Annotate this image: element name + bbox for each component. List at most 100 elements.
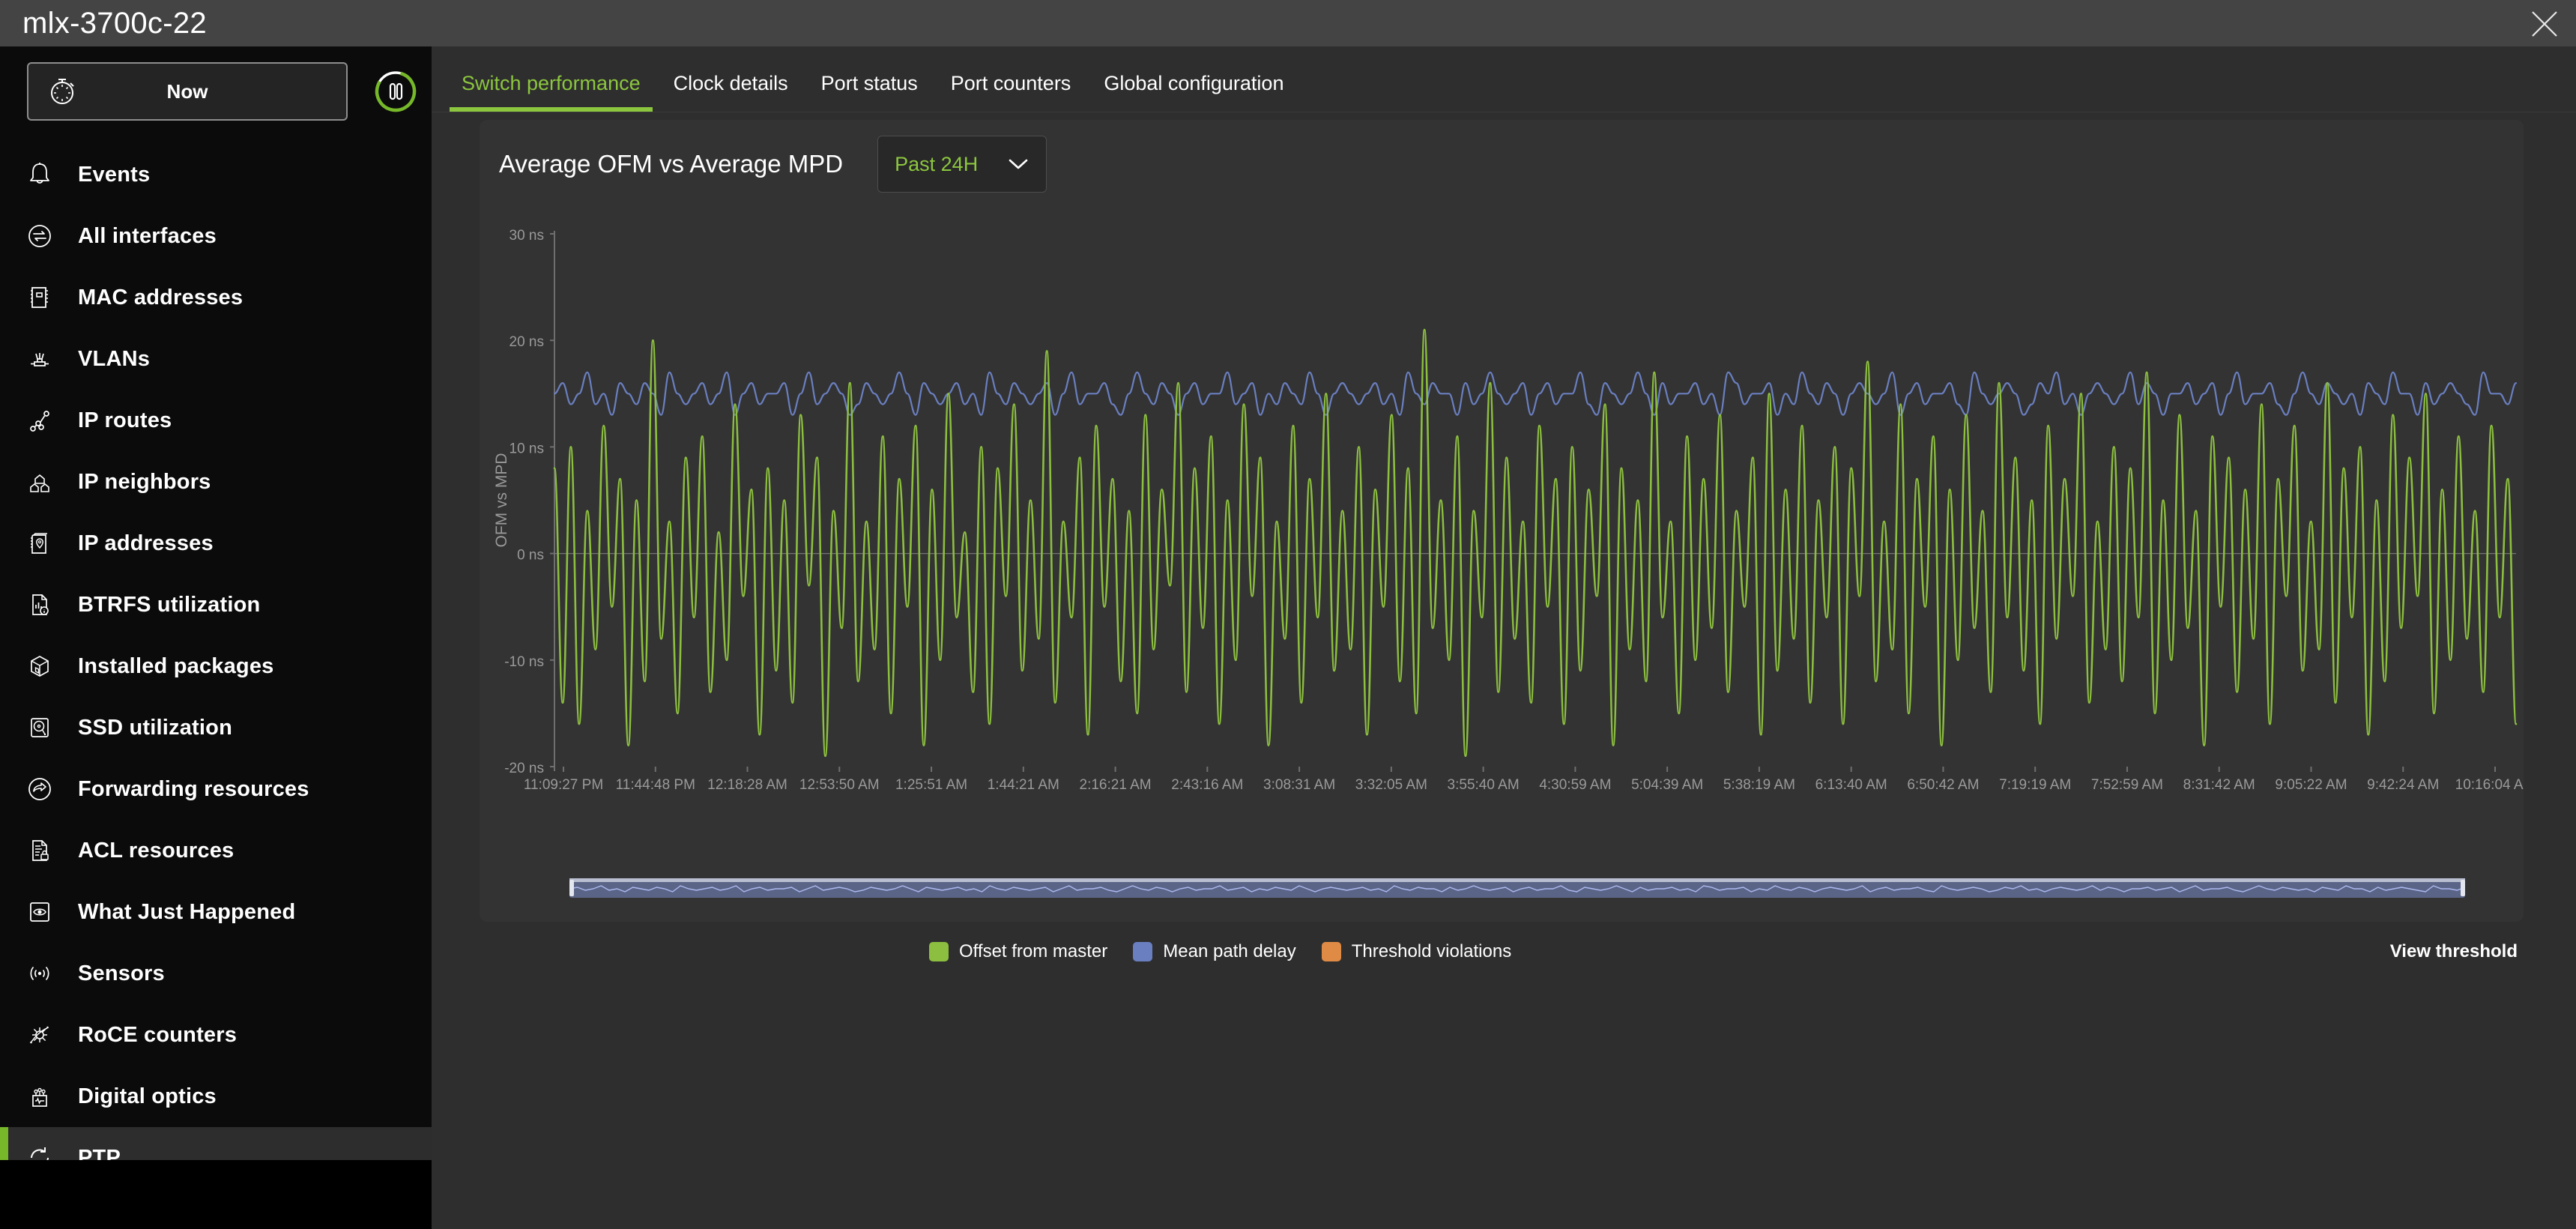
sidebar-item-events[interactable]: Events xyxy=(0,144,432,205)
sidebar-item-label: VLANs xyxy=(78,346,151,371)
svg-text:1:44:21 AM: 1:44:21 AM xyxy=(988,777,1059,793)
sidebar-item-label: Forwarding resources xyxy=(78,776,309,801)
svg-text:7:52:59 AM: 7:52:59 AM xyxy=(2091,777,2163,793)
ptp-switch-performance-window: mlx-3700c-22 Now Events All interfaces M… xyxy=(0,0,2576,1229)
svg-text:4:30:59 AM: 4:30:59 AM xyxy=(1539,777,1611,793)
svg-text:6:13:40 AM: 6:13:40 AM xyxy=(1815,777,1887,793)
sidebar-item-vlans[interactable]: VLANs xyxy=(0,328,432,390)
disk-icon xyxy=(16,708,63,747)
tab-global-configuration[interactable]: Global configuration xyxy=(1087,72,1300,112)
range-brush[interactable] xyxy=(569,878,2465,898)
chart-svg: 30 ns 20 ns 10 ns 0 ns -10 ns -20 ns OFM vs MP… xyxy=(493,228,2524,793)
ip-address-book-icon xyxy=(16,524,63,563)
roce-icon xyxy=(16,1015,63,1054)
sidebar-item-all-interfaces[interactable]: All interfaces xyxy=(0,205,432,267)
svg-text:-20 ns: -20 ns xyxy=(504,761,544,776)
sidebar-item-label: Sensors xyxy=(78,961,165,985)
tab-port-counters[interactable]: Port counters xyxy=(934,72,1088,112)
svg-text:12:18:28 AM: 12:18:28 AM xyxy=(707,777,787,793)
package-box-icon xyxy=(16,647,63,686)
signal-waves-icon xyxy=(16,954,63,993)
sidebar-item-label: SSD utilization xyxy=(78,715,232,740)
legend-swatch xyxy=(929,942,949,961)
svg-text:3:55:40 AM: 3:55:40 AM xyxy=(1448,777,1520,793)
svg-text:2:16:21 AM: 2:16:21 AM xyxy=(1080,777,1152,793)
view-threshold-link[interactable]: View threshold xyxy=(2390,941,2518,962)
main-content: Switch performance Clock details Port st… xyxy=(432,46,2576,1229)
sidebar-item-ptp[interactable]: PTP xyxy=(0,1127,432,1160)
bell-icon xyxy=(16,155,63,194)
sidebar-nav: Events All interfaces MAC addresses VLAN… xyxy=(0,144,432,1160)
svg-text:5:38:19 AM: 5:38:19 AM xyxy=(1723,777,1795,793)
window-titlebar: mlx-3700c-22 xyxy=(0,0,2576,46)
document-lock-icon xyxy=(16,831,63,870)
sidebar-item-label: ACL resources xyxy=(78,838,235,863)
sidebar-item-label: MAC addresses xyxy=(78,285,244,309)
svg-text:1:25:51 AM: 1:25:51 AM xyxy=(895,777,967,793)
sidebar-time-row: Now xyxy=(0,46,432,136)
svg-text:7:19:19 AM: 7:19:19 AM xyxy=(1999,777,2071,793)
tab-port-status[interactable]: Port status xyxy=(805,72,934,112)
svg-text:3:32:05 AM: 3:32:05 AM xyxy=(1355,777,1427,793)
sidebar-item-ip-addresses[interactable]: IP addresses xyxy=(0,513,432,574)
svg-text:8:31:42 AM: 8:31:42 AM xyxy=(2183,777,2255,793)
time-range-dropdown[interactable]: Past 24H xyxy=(877,136,1047,193)
sidebar-item-roce-counters[interactable]: RoCE counters xyxy=(0,1004,432,1066)
tab-bar: Switch performance Clock details Port st… xyxy=(432,46,2576,112)
sidebar-item-label: Events xyxy=(78,162,151,187)
svg-text:2:43:16 AM: 2:43:16 AM xyxy=(1171,777,1243,793)
time-picker-label: Now xyxy=(166,79,208,103)
close-icon[interactable] xyxy=(2527,6,2563,42)
time-picker-button[interactable]: Now xyxy=(27,62,348,121)
chevron-down-icon xyxy=(1009,159,1028,169)
svg-text:0 ns: 0 ns xyxy=(517,548,544,564)
chart-title: Average OFM vs Average MPD xyxy=(499,150,844,178)
sidebar-item-ip-neighbors[interactable]: IP neighbors xyxy=(0,451,432,513)
ofm-mpd-chart-card: Average OFM vs Average MPD Past 24H 30 n… xyxy=(480,120,2524,922)
svg-text:11:44:48 PM: 11:44:48 PM xyxy=(616,777,695,793)
svg-text:-10 ns: -10 ns xyxy=(504,654,544,670)
series-offset-from-master xyxy=(553,328,2518,758)
legend-swatch xyxy=(1321,942,1341,961)
tab-switch-performance[interactable]: Switch performance xyxy=(445,72,657,112)
svg-text:9:05:22 AM: 9:05:22 AM xyxy=(2275,777,2347,793)
sidebar-item-what-just-happened[interactable]: What Just Happened xyxy=(0,881,432,943)
legend-label: Offset from master xyxy=(959,941,1108,961)
routes-icon xyxy=(16,401,63,440)
sidebar-item-digital-optics[interactable]: Digital optics xyxy=(0,1066,432,1127)
legend-item[interactable]: Offset from master xyxy=(929,941,1107,962)
sidebar-item-forwarding-resources[interactable]: Forwarding resources xyxy=(0,758,432,820)
sidebar-item-ip-routes[interactable]: IP routes xyxy=(0,390,432,451)
chart-legend: Offset from master Mean path delay Thresho… xyxy=(929,941,1537,962)
address-book-icon xyxy=(16,278,63,317)
sidebar-item-ssd-utilization[interactable]: SSD utilization xyxy=(0,697,432,758)
svg-text:10 ns: 10 ns xyxy=(510,441,544,456)
pause-button[interactable] xyxy=(372,67,420,115)
sidebar-item-label: RoCE counters xyxy=(78,1022,238,1047)
svg-text:20 ns: 20 ns xyxy=(510,334,544,350)
sidebar-item-btrfs-utilization[interactable]: BTRFS utilization xyxy=(0,574,432,635)
legend-item[interactable]: Mean path delay xyxy=(1133,941,1296,962)
pause-icon xyxy=(375,70,417,112)
svg-text:11:09:27 PM: 11:09:27 PM xyxy=(524,777,603,793)
sidebar-item-label: All interfaces xyxy=(78,223,217,248)
sidebar-item-label: IP addresses xyxy=(78,531,214,555)
digital-optics-icon xyxy=(16,1077,63,1116)
tab-clock-details[interactable]: Clock details xyxy=(657,72,805,112)
svg-text:9:42:24 AM: 9:42:24 AM xyxy=(2367,777,2439,793)
chart-legend-row: Offset from master Mean path delay Thresho… xyxy=(911,937,2576,967)
chart-plot-area[interactable]: 30 ns 20 ns 10 ns 0 ns -10 ns -20 ns OFM vs MP… xyxy=(480,208,2524,838)
close-glyph xyxy=(2532,11,2557,37)
legend-label: Threshold violations xyxy=(1351,941,1512,961)
legend-item[interactable]: Threshold violations xyxy=(1321,941,1512,962)
time-range-value: Past 24H xyxy=(895,152,979,175)
sidebar-item-label: IP routes xyxy=(78,408,172,432)
sidebar-item-sensors[interactable]: Sensors xyxy=(0,943,432,1004)
file-chart-info-icon xyxy=(16,585,63,624)
sidebar-item-acl-resources[interactable]: ACL resources xyxy=(0,820,432,881)
sidebar: Now Events All interfaces MAC addresses … xyxy=(0,46,432,1160)
sidebar-item-mac-addresses[interactable]: MAC addresses xyxy=(0,267,432,328)
sidebar-item-installed-packages[interactable]: Installed packages xyxy=(0,635,432,697)
sidebar-item-label: IP neighbors xyxy=(78,469,211,494)
vlan-icon xyxy=(16,339,63,378)
